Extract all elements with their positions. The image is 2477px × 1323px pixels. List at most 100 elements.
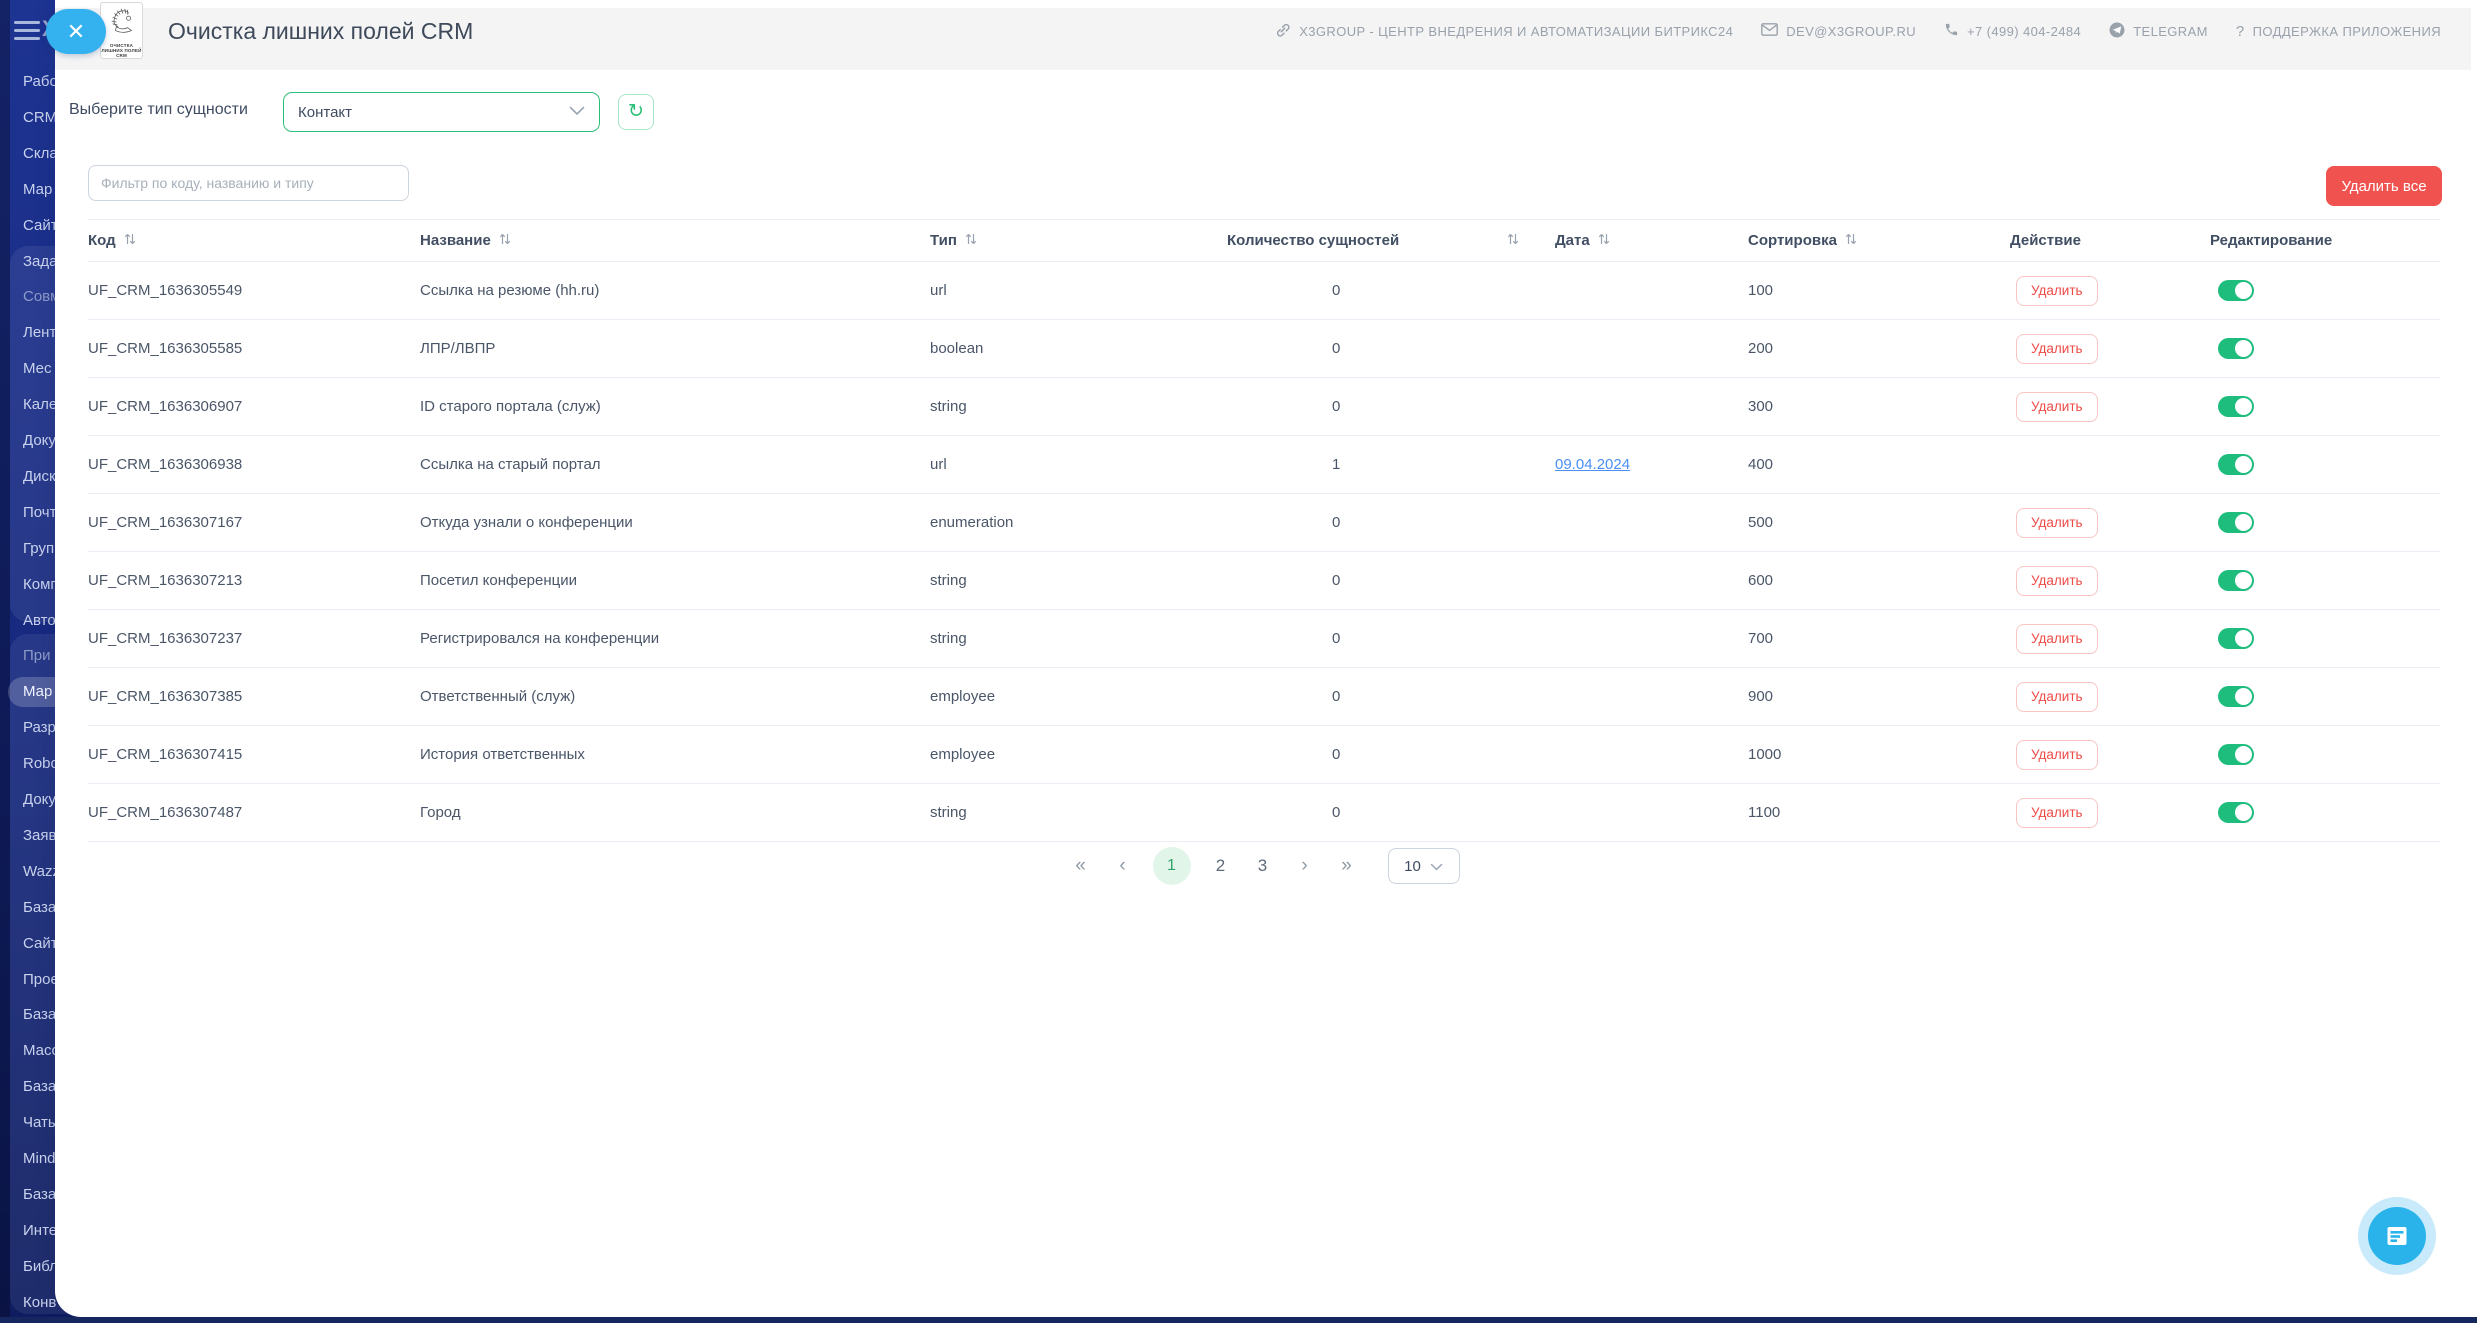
- contact-question[interactable]: ?ПОДДЕРЖКА ПРИЛОЖЕНИЯ: [2236, 23, 2441, 40]
- refresh-button[interactable]: ↻: [618, 94, 654, 130]
- telegram-icon: [2109, 22, 2125, 41]
- cell-type: string: [930, 572, 1227, 589]
- edit-toggle[interactable]: [2218, 628, 2254, 649]
- pagination-prev[interactable]: ‹: [1111, 855, 1135, 877]
- cell-count: 0: [1227, 746, 1555, 763]
- table-row: UF_CRM_1636307237Регистрировался на конф…: [88, 610, 2440, 668]
- edit-toggle[interactable]: [2218, 512, 2254, 533]
- cell-code: UF_CRM_1636306907: [88, 398, 420, 415]
- question-icon: ?: [2236, 23, 2245, 40]
- delete-button[interactable]: Удалить: [2016, 798, 2098, 828]
- cell-sort: 200: [1748, 340, 2010, 357]
- contact-telegram[interactable]: TELEGRAM: [2109, 22, 2208, 41]
- chat-icon: [2368, 1207, 2426, 1265]
- edit-toggle[interactable]: [2218, 802, 2254, 823]
- page-size-value: 10: [1404, 858, 1421, 875]
- sort-icon[interactable]: [964, 232, 978, 250]
- table-row: UF_CRM_1636307415История ответственныхem…: [88, 726, 2440, 784]
- cell-name: Ссылка на резюме (hh.ru): [420, 282, 930, 299]
- contact-mail[interactable]: DEV@X3GROUP.RU: [1761, 23, 1916, 39]
- pagination-next[interactable]: ›: [1293, 855, 1317, 877]
- delete-button[interactable]: Удалить: [2016, 392, 2098, 422]
- entity-type-select[interactable]: Контакт: [283, 92, 600, 132]
- table-row: UF_CRM_1636307385Ответственный (служ)emp…: [88, 668, 2440, 726]
- delete-button[interactable]: Удалить: [2016, 508, 2098, 538]
- cell-edit: [2210, 280, 2440, 301]
- close-button[interactable]: ✕: [46, 9, 106, 54]
- header-contacts: X3GROUP - ЦЕНТР ВНЕДРЕНИЯ И АВТОМАТИЗАЦИ…: [1275, 0, 2441, 62]
- contact-label: +7 (499) 404-2484: [1967, 24, 2081, 39]
- sort-icon[interactable]: [498, 232, 512, 250]
- link-icon: [1275, 22, 1291, 41]
- delete-button[interactable]: Удалить: [2016, 740, 2098, 770]
- cell-name: Ссылка на старый портал: [420, 456, 930, 473]
- delete-button[interactable]: Удалить: [2016, 334, 2098, 364]
- cell-code: UF_CRM_1636306938: [88, 456, 420, 473]
- column-header-3[interactable]: Количество сущностей: [1227, 232, 1555, 250]
- column-label: Действие: [2010, 232, 2081, 249]
- cell-type: string: [930, 398, 1227, 415]
- filter-input[interactable]: [88, 165, 409, 201]
- column-header-4[interactable]: Дата: [1555, 232, 1748, 250]
- table-row: UF_CRM_1636305549Ссылка на резюме (hh.ru…: [88, 262, 2440, 320]
- cell-edit: [2210, 570, 2440, 591]
- pagination-page-3[interactable]: 3: [1251, 856, 1275, 876]
- sort-icon[interactable]: [1597, 232, 1611, 250]
- edit-toggle[interactable]: [2218, 338, 2254, 359]
- delete-button[interactable]: Удалить: [2016, 682, 2098, 712]
- contact-label: X3GROUP - ЦЕНТР ВНЕДРЕНИЯ И АВТОМАТИЗАЦИ…: [1299, 24, 1733, 39]
- edit-toggle[interactable]: [2218, 280, 2254, 301]
- page-title: Очистка лишних полей CRM: [168, 0, 473, 62]
- pagination-first[interactable]: «: [1069, 855, 1093, 877]
- page-size-select[interactable]: 10: [1388, 848, 1460, 884]
- cell-type: url: [930, 456, 1227, 473]
- cell-type: string: [930, 804, 1227, 821]
- cell-count: 0: [1227, 340, 1555, 357]
- cell-count: 0: [1227, 630, 1555, 647]
- cell-count: 0: [1227, 282, 1555, 299]
- pagination-page-2[interactable]: 2: [1209, 856, 1233, 876]
- sort-icon[interactable]: [1844, 232, 1858, 250]
- contact-link[interactable]: X3GROUP - ЦЕНТР ВНЕДРЕНИЯ И АВТОМАТИЗАЦИ…: [1275, 22, 1733, 41]
- sort-icon[interactable]: [123, 232, 137, 250]
- column-header-5[interactable]: Сортировка: [1748, 232, 2010, 250]
- pagination-page-1-active[interactable]: 1: [1153, 847, 1191, 885]
- chat-widget-button[interactable]: [2358, 1197, 2436, 1275]
- sort-icon[interactable]: [1506, 232, 1520, 250]
- hedgehog-logo-drawing: [104, 6, 140, 38]
- cell-sort: 300: [1748, 398, 2010, 415]
- table-row: UF_CRM_1636306907ID старого портала (слу…: [88, 378, 2440, 436]
- contact-label: TELEGRAM: [2133, 24, 2208, 39]
- column-header-2[interactable]: Тип: [930, 232, 1227, 250]
- cell-sort: 900: [1748, 688, 2010, 705]
- cell-code: UF_CRM_1636307385: [88, 688, 420, 705]
- column-header-1[interactable]: Название: [420, 232, 930, 250]
- column-label: Тип: [930, 232, 957, 249]
- cell-count: 1: [1227, 456, 1555, 473]
- edit-toggle[interactable]: [2218, 570, 2254, 591]
- delete-button[interactable]: Удалить: [2016, 566, 2098, 596]
- edit-toggle[interactable]: [2218, 744, 2254, 765]
- delete-button[interactable]: Удалить: [2016, 624, 2098, 654]
- cell-code: UF_CRM_1636307487: [88, 804, 420, 821]
- cell-action: Удалить: [2010, 392, 2210, 422]
- table-row: UF_CRM_1636307213Посетил конференцииstri…: [88, 552, 2440, 610]
- cell-sort: 1100: [1748, 804, 2010, 821]
- fields-table: КодНазваниеТип Количество сущностей Дата Со…: [88, 219, 2440, 842]
- column-label: Количество сущностей: [1227, 232, 1399, 249]
- contact-phone[interactable]: +7 (499) 404-2484: [1944, 22, 2081, 40]
- column-label: Дата: [1555, 232, 1590, 249]
- edit-toggle[interactable]: [2218, 454, 2254, 475]
- cell-type: boolean: [930, 340, 1227, 357]
- date-link[interactable]: 09.04.2024: [1555, 456, 1630, 473]
- edit-toggle[interactable]: [2218, 396, 2254, 417]
- pagination-last[interactable]: »: [1335, 855, 1359, 877]
- cell-edit: [2210, 628, 2440, 649]
- cell-code: UF_CRM_1636307167: [88, 514, 420, 531]
- cell-sort: 700: [1748, 630, 2010, 647]
- menu-toggle-icon[interactable]: [14, 21, 40, 40]
- delete-all-button[interactable]: Удалить все: [2326, 166, 2442, 206]
- column-header-0[interactable]: Код: [88, 232, 420, 250]
- edit-toggle[interactable]: [2218, 686, 2254, 707]
- delete-button[interactable]: Удалить: [2016, 276, 2098, 306]
